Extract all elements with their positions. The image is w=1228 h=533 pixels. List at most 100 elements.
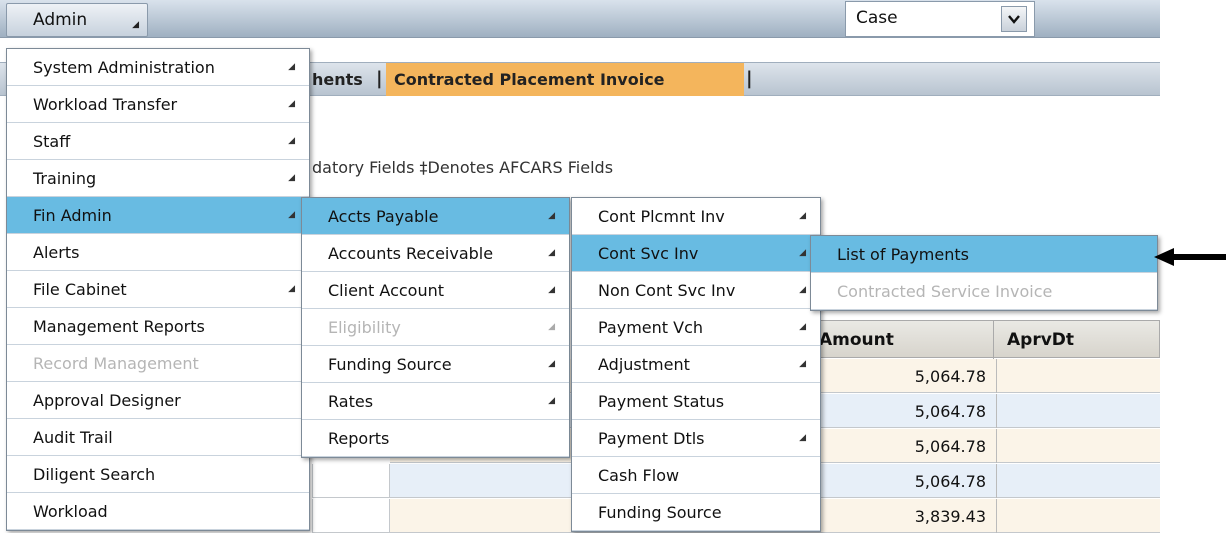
submenu-arrow-icon: ◢ [548,322,555,332]
menu-item-funding-source[interactable]: Funding Source ◢ [302,346,569,383]
menu-item-reports[interactable]: Reports [302,420,569,457]
menu-item-rates[interactable]: Rates ◢ [302,383,569,420]
menu-item-approval-designer[interactable]: Approval Designer [7,382,309,419]
menu-item-payment-vch[interactable]: Payment Vch ◢ [572,309,820,346]
submenu-arrow-icon: ◢ [799,433,806,443]
menu-item-label: Record Management [33,354,199,373]
menu-item-fin-admin[interactable]: Fin Admin ◢ [7,197,309,234]
menu-item-file-cabinet[interactable]: File Cabinet ◢ [7,271,309,308]
menu-item-label: Reports [328,429,390,448]
menu-item-label: Non Cont Svc Inv [598,281,736,300]
menu-item-label: List of Payments [837,245,969,264]
submenu-arrow-icon: ◢ [799,211,806,221]
menu-item-contracted-service-invoice: Contracted Service Invoice [811,273,1157,310]
menu-item-label: Funding Source [598,503,722,522]
column-header-aprvdt[interactable]: AprvDt [1007,330,1074,350]
menu-item-training[interactable]: Training ◢ [7,160,309,197]
menu-item-label: Payment Vch [598,318,704,337]
menu-item-staff[interactable]: Staff ◢ [7,123,309,160]
menu-item-label: Cont Plcmnt Inv [598,207,725,226]
menu-item-funding-source[interactable]: Funding Source [572,494,820,531]
amount-cell: 5,064.78 [914,437,986,456]
menu-item-workload-transfer[interactable]: Workload Transfer ◢ [7,86,309,123]
submenu-arrow-icon: ◢ [799,322,806,332]
menu-item-client-account[interactable]: Client Account ◢ [302,272,569,309]
menu-item-label: Audit Trail [33,428,113,447]
menu-item-alerts[interactable]: Alerts [7,234,309,271]
column-divider [996,429,997,463]
field-legend: datory Fields ‡Denotes AFCARS Fields [312,158,614,177]
admin-menu-label: Admin [33,10,88,30]
column-header-amount[interactable]: Amount [819,330,894,350]
menu-item-label: Accts Payable [328,207,439,226]
menu-item-label: Funding Source [328,355,452,374]
top-toolbar: Admin ◢ Case [0,0,1160,38]
submenu-arrow-icon: ◢ [548,285,555,295]
menu-item-cash-flow[interactable]: Cash Flow [572,457,820,494]
menu-item-label: Accounts Receivable [328,244,494,263]
submenu-arrow-icon: ◢ [799,285,806,295]
tab-payments-partial[interactable]: hents [312,70,363,89]
menu-item-label: Staff [33,132,71,151]
menu-item-label: Workload Transfer [33,95,178,114]
menu-item-payment-status[interactable]: Payment Status [572,383,820,420]
menu-item-label: Fin Admin [33,206,112,225]
submenu-arrow-icon: ◢ [548,396,555,406]
menu-item-label: Payment Status [598,392,725,411]
submenu-arrow-icon: ◢ [288,99,295,109]
admin-menu-button[interactable]: Admin ◢ [6,3,148,37]
column-divider [993,321,994,359]
menu-item-non-cont-svc-inv[interactable]: Non Cont Svc Inv ◢ [572,272,820,309]
column-divider [996,394,997,428]
tab-label: Contracted Placement Invoice [394,70,665,89]
case-select[interactable]: Case [845,1,1035,37]
menu-item-management-reports[interactable]: Management Reports [7,308,309,345]
submenu-arrow-icon: ◢ [548,359,555,369]
menu-item-system-administration[interactable]: System Administration ◢ [7,49,309,86]
submenu-corner-icon: ◢ [132,20,139,30]
submenu-arrow-icon: ◢ [288,173,295,183]
menu-item-accounts-receivable[interactable]: Accounts Receivable ◢ [302,235,569,272]
menu-item-label: Alerts [33,243,80,262]
menu-item-label: Training [33,169,97,188]
menu-item-accts-payable[interactable]: Accts Payable ◢ [302,198,569,235]
tab-divider: | [746,68,753,89]
cont-svc-inv-submenu: List of Payments Contracted Service Invo… [810,235,1158,311]
menu-item-label: Adjustment [598,355,690,374]
column-divider [996,359,997,393]
menu-item-audit-trail[interactable]: Audit Trail [7,419,309,456]
tab-contracted-placement-invoice[interactable]: Contracted Placement Invoice [386,63,744,96]
submenu-arrow-icon: ◢ [548,211,555,221]
menu-item-adjustment[interactable]: Adjustment ◢ [572,346,820,383]
chevron-down-icon[interactable] [1001,6,1027,32]
menu-item-label: Cont Svc Inv [598,244,699,263]
amount-cell: 5,064.78 [914,472,986,491]
menu-item-label: Rates [328,392,374,411]
menu-item-label: Client Account [328,281,445,300]
submenu-arrow-icon: ◢ [548,248,555,258]
table-cell [312,464,390,498]
submenu-arrow-icon: ◢ [799,359,806,369]
accts-payable-submenu: Cont Plcmnt Inv ◢ Cont Svc Inv ◢ Non Cont … [571,197,821,532]
submenu-arrow-icon: ◢ [288,284,295,294]
menu-item-label: Diligent Search [33,465,156,484]
column-divider [996,464,997,498]
menu-item-list-of-payments[interactable]: List of Payments [811,236,1157,273]
menu-item-diligent-search[interactable]: Diligent Search [7,456,309,493]
menu-item-label: Payment Dtls [598,429,705,448]
menu-item-label: Management Reports [33,317,205,336]
submenu-arrow-icon: ◢ [288,136,295,146]
menu-item-record-management: Record Management [7,345,309,382]
pointer-arrow-icon [1154,248,1226,266]
case-select-value: Case [856,8,898,28]
admin-menu: System Administration ◢ Workload Transfer… [6,48,310,531]
menu-item-label: Contracted Service Invoice [837,282,1053,301]
menu-item-label: System Administration [33,58,215,77]
menu-item-cont-svc-inv[interactable]: Cont Svc Inv ◢ [572,235,820,272]
menu-item-label: Approval Designer [33,391,181,410]
menu-item-label: Eligibility [328,318,401,337]
menu-item-workload[interactable]: Workload [7,493,309,530]
menu-item-cont-plcmnt-inv[interactable]: Cont Plcmnt Inv ◢ [572,198,820,235]
menu-item-payment-dtls[interactable]: Payment Dtls ◢ [572,420,820,457]
tab-divider: | [376,68,383,89]
